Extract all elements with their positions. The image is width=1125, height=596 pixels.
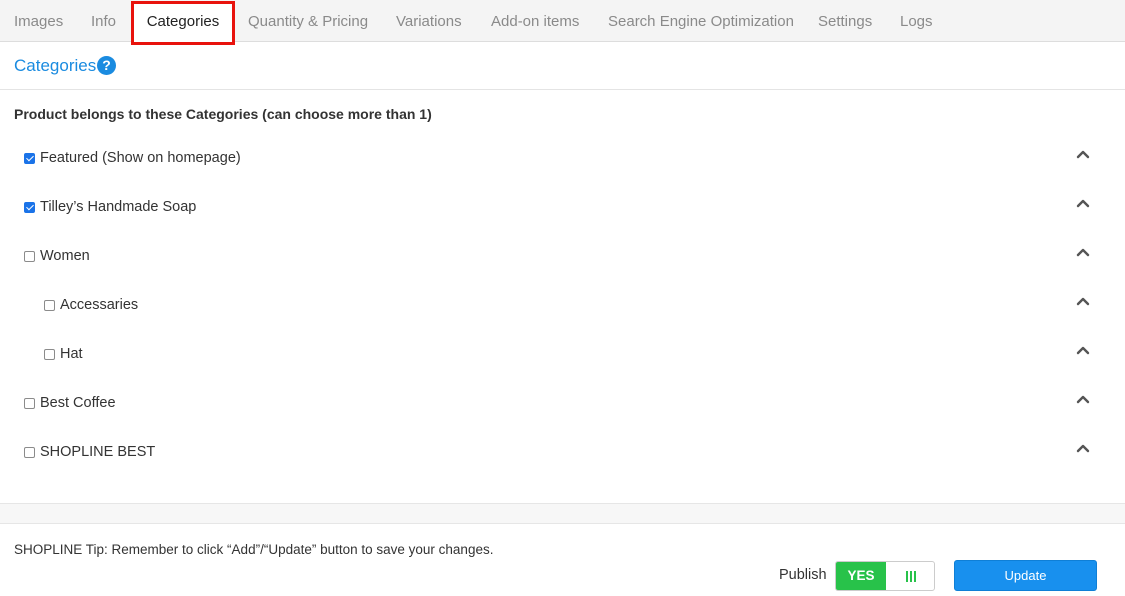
category-checkbox[interactable] xyxy=(24,398,35,409)
tab-add-on-items[interactable]: Add-on items xyxy=(491,0,579,42)
category-row: Tilley’s Handmade Soap xyxy=(0,195,1125,225)
category-label: Featured (Show on homepage) xyxy=(40,150,241,166)
category-row: SHOPLINE BEST xyxy=(0,440,1125,470)
category-row: Featured (Show on homepage) xyxy=(0,146,1125,176)
category-label: Tilley’s Handmade Soap xyxy=(40,199,197,215)
category-label: Women xyxy=(40,248,90,264)
tab-images[interactable]: Images xyxy=(14,0,63,42)
category-group-label: Product belongs to these Categories (can… xyxy=(14,106,432,122)
chevron-up-icon[interactable] xyxy=(1076,147,1090,161)
update-button[interactable]: Update xyxy=(954,560,1097,591)
publish-toggle[interactable]: YES xyxy=(835,561,935,591)
tab-categories[interactable]: Categories xyxy=(131,1,235,45)
chevron-up-icon[interactable] xyxy=(1076,343,1090,357)
category-row: Hat xyxy=(0,342,1125,372)
category-label: Best Coffee xyxy=(40,395,116,411)
save-tip: SHOPLINE Tip: Remember to click “Add”/“U… xyxy=(14,542,494,557)
section-header: Categories ? xyxy=(0,42,1125,90)
category-row: Best Coffee xyxy=(0,391,1125,421)
category-checkbox[interactable] xyxy=(24,251,35,262)
chevron-up-icon[interactable] xyxy=(1076,294,1090,308)
category-checkbox[interactable] xyxy=(44,349,55,360)
category-row: Women xyxy=(0,244,1125,274)
category-row: Accessaries xyxy=(0,293,1125,323)
section-divider xyxy=(0,503,1125,524)
tab-variations[interactable]: Variations xyxy=(396,0,462,42)
tab-settings[interactable]: Settings xyxy=(818,0,872,42)
publish-label: Publish xyxy=(779,567,827,583)
tab-info[interactable]: Info xyxy=(91,0,116,42)
category-checkbox[interactable] xyxy=(44,300,55,311)
chevron-up-icon[interactable] xyxy=(1076,196,1090,210)
chevron-up-icon[interactable] xyxy=(1076,245,1090,259)
toggle-grip-icon xyxy=(906,571,916,582)
tab-bar: Images Info Categories Quantity & Pricin… xyxy=(0,0,1125,45)
question-circle-icon[interactable]: ? xyxy=(97,56,116,75)
category-label: Hat xyxy=(60,346,83,362)
tab-logs[interactable]: Logs xyxy=(900,0,933,42)
category-label: SHOPLINE BEST xyxy=(40,444,156,460)
section-title: Categories xyxy=(14,56,97,75)
category-label: Accessaries xyxy=(60,297,139,313)
category-checkbox[interactable] xyxy=(24,202,35,213)
publish-toggle-yes: YES xyxy=(836,562,886,590)
category-checkbox[interactable] xyxy=(24,447,35,458)
tab-quantity-pricing[interactable]: Quantity & Pricing xyxy=(248,0,368,42)
chevron-up-icon[interactable] xyxy=(1076,441,1090,455)
chevron-up-icon[interactable] xyxy=(1076,392,1090,406)
category-checkbox[interactable] xyxy=(24,153,35,164)
tab-seo[interactable]: Search Engine Optimization xyxy=(608,0,794,42)
